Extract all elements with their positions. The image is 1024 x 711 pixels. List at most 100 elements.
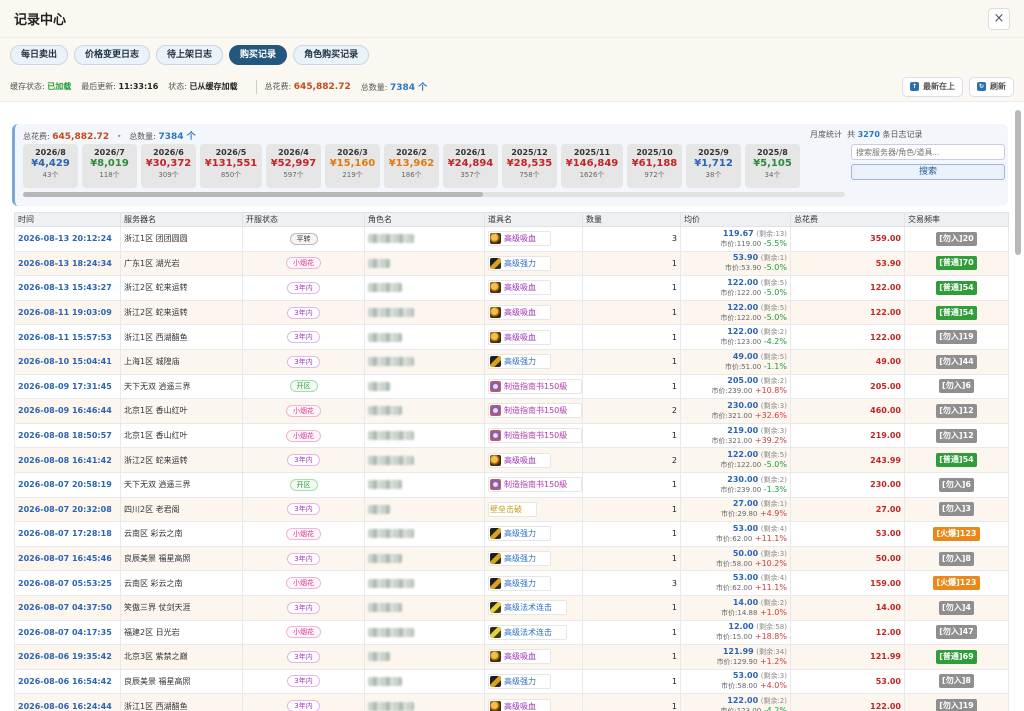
table-row[interactable]: 2026-08-07 20:32:08 四川2区 老君阁 3年内 壁垒击破 1 27.00…: [14, 496, 1009, 523]
vertical-scrollbar[interactable]: [1015, 110, 1021, 255]
remaining: (剩余:34): [756, 647, 787, 656]
total-qty: 总数量: 7384 个: [360, 83, 428, 93]
role-cell: [364, 545, 485, 572]
tab-2[interactable]: 待上架日志: [156, 45, 224, 65]
item-chip[interactable]: 高级法术连击: [488, 624, 567, 640]
item-chip[interactable]: 壁垒击破: [488, 501, 537, 517]
blurred-role-name: [368, 258, 390, 268]
item-chip[interactable]: 高级强力: [488, 551, 551, 567]
table-row[interactable]: 2026-08-11 15:57:53 浙江1区 西湖醋鱼 3年内 高级吸血 1 122.…: [14, 324, 1009, 350]
column-header[interactable]: 数量: [582, 212, 681, 227]
item-chip[interactable]: 制造指南书150級: [488, 477, 582, 493]
item-chip[interactable]: 高级强力: [488, 526, 551, 542]
column-header[interactable]: 交易频率: [904, 212, 1009, 227]
month-card[interactable]: 2025/9 ¥1,712 38个: [686, 144, 741, 188]
price-cell: 122.00 (剩余:2)市价:123.00 -4.2%: [680, 693, 791, 711]
item-chip[interactable]: 制造指南书150級: [488, 428, 582, 444]
table-row[interactable]: 2026-08-10 15:04:41 上海1区 城隍庙 3年内 高级强力 1 49.00…: [14, 348, 1009, 375]
item-chip[interactable]: 高级法术连击: [488, 600, 567, 616]
month-card[interactable]: 2026/4 ¥52,997 597个: [266, 144, 321, 188]
item-chip[interactable]: 高级吸血: [488, 649, 551, 665]
month-card[interactable]: 2025/12 ¥28,535 758个: [502, 144, 557, 188]
table-row[interactable]: 2026-08-08 18:50:57 北京1区 香山红叶 小烟花 制造指南书150級…: [14, 422, 1009, 449]
table-row[interactable]: 2026-08-06 16:54:42 良辰美景 福星高照 3年内 高级强力 1 53.0…: [14, 668, 1009, 695]
search-button[interactable]: 搜索: [851, 164, 1005, 180]
month-card[interactable]: 2026/3 ¥15,160 219个: [325, 144, 380, 188]
month-cards[interactable]: 2026/8 ¥4,429 43个 2026/7 ¥8,019 118个 2026/6 ¥30…: [23, 144, 845, 188]
column-header[interactable]: 服务器名: [120, 212, 243, 227]
month-card[interactable]: 2026/8 ¥4,429 43个: [23, 144, 78, 188]
month-card[interactable]: 2026/5 ¥131,551 850个: [200, 144, 262, 188]
table-row[interactable]: 2026-08-07 04:17:35 福建2区 日光岩 小烟花 高级法术连击 1 12.…: [14, 619, 1009, 646]
table-row[interactable]: 2026-08-09 17:31:45 天下无双 逍遥三界 开区 制造指南书150級 1…: [14, 373, 1009, 400]
item-chip[interactable]: 高级吸血: [488, 698, 551, 711]
price-cell: 12.00 (剩余:58) 市价:15.00 +18.8%: [680, 619, 791, 646]
table-row[interactable]: 2026-08-07 16:45:46 良辰美景 福星高照 3年内 高级强力 1 50.0…: [14, 545, 1009, 572]
tab-3[interactable]: 购买记录: [229, 45, 288, 65]
price-diff: +32.6%: [754, 410, 787, 420]
table-row[interactable]: 2026-08-07 05:53:25 云南区 彩云之南 小烟花 高级强力 3 53.00…: [14, 570, 1009, 596]
month-card[interactable]: 2025/8 ¥5,105 34个: [745, 144, 800, 188]
table-row[interactable]: 2026-08-07 04:37:50 笑傲三界 仗剑天涯 3年内 高级法术连击 1 14…: [14, 594, 1009, 621]
table-row[interactable]: 2026-08-11 19:03:09 浙江2区 蛇来运转 3年内 高级吸血 1 122.…: [14, 299, 1009, 326]
server-state-badge: 平转: [289, 232, 318, 245]
market-price: 市价:58.00: [715, 559, 753, 568]
newest-first-button[interactable]: ↑ 最新在上: [902, 76, 963, 97]
refresh-button[interactable]: ↻ 刷新: [969, 76, 1014, 97]
item-chip[interactable]: 高级吸血: [488, 231, 551, 247]
item-chip[interactable]: 制造指南书150級: [488, 378, 582, 394]
table-row[interactable]: 2026-08-09 16:46:44 北京1区 香山红叶 小烟花 制造指南书150級…: [14, 398, 1009, 424]
time-cell: 2026-08-07 20:32:08: [14, 496, 121, 523]
month-card[interactable]: 2026/1 ¥24,894 357个: [443, 144, 498, 188]
market-price: 市价:62.00: [715, 584, 753, 593]
tab-1[interactable]: 价格变更日志: [74, 45, 151, 65]
table-row[interactable]: 2026-08-13 18:24:34 广东1区 湖光岩 小烟花 高级强力 1 53.90…: [14, 250, 1009, 277]
column-header[interactable]: 总花费: [790, 212, 905, 227]
remaining: (剩余:2): [760, 697, 787, 706]
avg-price: 50.00: [732, 548, 759, 558]
item-chip[interactable]: 高级吸血: [488, 305, 551, 321]
table-row[interactable]: 2026-08-07 20:58:19 天下无双 逍遥三界 开区 制造指南书150級 1…: [14, 471, 1009, 498]
item-chip[interactable]: 制造指南书150級: [488, 403, 582, 419]
month-scrollbar[interactable]: [23, 192, 845, 197]
month-card[interactable]: 2025/10 ¥61,188 972个: [627, 144, 682, 188]
item-chip[interactable]: 高级吸血: [488, 329, 551, 345]
scroll-thumb[interactable]: [23, 192, 483, 197]
qty-cell: 1: [582, 521, 681, 547]
table-row[interactable]: 2026-08-06 19:35:42 北京3区 紫禁之巅 3年内 高级吸血 1 121.…: [14, 644, 1009, 670]
market-price: 市价:321.00: [711, 411, 753, 420]
column-header[interactable]: 开服状态: [242, 212, 365, 227]
column-header[interactable]: 均价: [680, 212, 791, 227]
time-cell: 2026-08-11 19:03:09: [14, 299, 121, 326]
month-value: ¥30,372: [145, 158, 192, 169]
price-cell: 121.99 (剩余:34) 市价:129.90 +1.2%: [680, 644, 791, 670]
table-row[interactable]: 2026-08-07 17:28:18 云南区 彩云之南 小烟花 高级强力 1 53.00…: [14, 521, 1009, 547]
column-header[interactable]: 时间: [14, 212, 121, 227]
item-chip[interactable]: 高级强力: [488, 354, 551, 370]
item-chip[interactable]: 高级吸血: [488, 280, 551, 296]
table-row[interactable]: 2026-08-06 16:24:44 浙江1区 西湖醋鱼 3年内 高级吸血 1 122.…: [14, 693, 1009, 711]
table-row[interactable]: 2026-08-13 20:12:24 浙江1区 团团圆圆 平转 高级吸血 3 119.6…: [14, 226, 1009, 252]
table-row[interactable]: 2026-08-08 16:41:42 浙江2区 蛇来运转 3年内 高级吸血 2 122.…: [14, 447, 1009, 473]
column-header[interactable]: 道具名: [484, 212, 583, 227]
item-chip[interactable]: 高级吸血: [488, 452, 551, 468]
qty-cell: 1: [582, 644, 681, 670]
tab-4[interactable]: 角色购买记录: [293, 45, 370, 65]
server-cell: 良辰美景 福星高照: [120, 545, 243, 572]
month-value: ¥146,849: [565, 158, 619, 169]
item-chip[interactable]: 高级强力: [488, 673, 551, 689]
item-icon: [490, 700, 501, 711]
table-row[interactable]: 2026-08-13 15:43:27 浙江2区 蛇来运转 3年内 高级吸血 1 122.…: [14, 275, 1009, 301]
item-chip[interactable]: 高级强力: [488, 575, 551, 591]
month-card[interactable]: 2026/7 ¥8,019 118个: [82, 144, 137, 188]
close-button[interactable]: ×: [988, 7, 1010, 30]
column-header[interactable]: 角色名: [364, 212, 485, 227]
tab-0[interactable]: 每日卖出: [10, 45, 69, 65]
blurred-role-name: [368, 554, 402, 564]
search-input[interactable]: [851, 144, 1005, 160]
item-chip[interactable]: 高级强力: [488, 255, 551, 271]
month-card[interactable]: 2025/11 ¥146,849 1626个: [561, 144, 623, 188]
month-card[interactable]: 2026/6 ¥30,372 309个: [141, 144, 196, 188]
month-card[interactable]: 2026/2 ¥13,962 186个: [384, 144, 439, 188]
server-state-badge: 小烟花: [286, 429, 321, 442]
